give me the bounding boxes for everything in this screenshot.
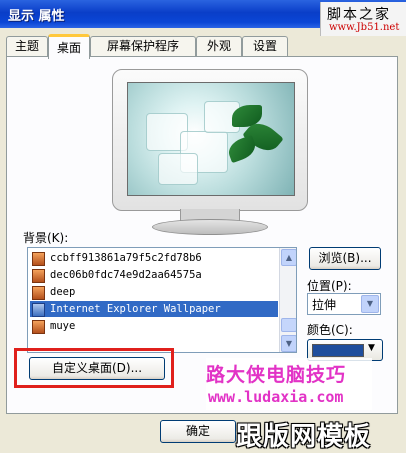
color-label: 颜色(C): <box>307 323 353 337</box>
scroll-up-button[interactable]: ▲ <box>281 249 296 266</box>
position-select[interactable]: 拉伸 ▼ <box>307 293 381 315</box>
scroll-down-button[interactable]: ▼ <box>281 335 296 352</box>
chevron-down-icon: ▼ <box>368 343 375 353</box>
promo-title: 路大侠电脑技巧 <box>206 364 347 386</box>
window-title: 显示 属性 <box>8 9 65 24</box>
list-item[interactable]: dec06b0fdc74e9d2aa64575a <box>30 267 278 283</box>
position-value: 拉伸 <box>312 298 337 312</box>
background-list[interactable]: ccbff913861a79f5c2fd78b6 dec06b0fdc74e9d… <box>27 247 297 353</box>
monitor-preview <box>112 69 308 237</box>
tab-desktop[interactable]: 桌面 <box>48 34 90 59</box>
position-label: 位置(P): <box>307 279 352 293</box>
tab-appearance[interactable]: 外观 <box>196 36 242 56</box>
monitor-stand <box>152 219 268 235</box>
ice-cube <box>158 153 198 185</box>
wallpaper-preview <box>127 82 295 196</box>
ok-button[interactable]: 确定 <box>160 420 236 443</box>
image-file-icon <box>32 303 45 317</box>
image-file-icon <box>32 269 45 283</box>
site-watermark-chars: 脚本之家 <box>327 7 391 23</box>
list-item[interactable]: muye <box>30 318 278 334</box>
image-file-icon <box>32 286 45 300</box>
site-watermark: 脚本之家 www.Jb51.net <box>320 2 406 36</box>
background-label: 背景(K): <box>23 231 69 245</box>
tab-settings[interactable]: 设置 <box>242 36 288 56</box>
tab-screensaver[interactable]: 屏幕保护程序 <box>90 36 196 56</box>
list-scrollbar[interactable]: ▲ ▼ <box>279 248 296 352</box>
tab-themes[interactable]: 主题 <box>6 36 48 56</box>
scroll-thumb[interactable] <box>281 318 296 332</box>
monitor-frame <box>112 69 308 211</box>
promo-watermark: 路大侠电脑技巧 www.ludaxia.com <box>206 358 372 410</box>
brand-watermark: 跟版网模板 <box>236 422 372 452</box>
list-item[interactable]: deep <box>30 284 278 300</box>
list-item[interactable]: ccbff913861a79f5c2fd78b6 <box>30 250 278 266</box>
image-file-icon <box>32 252 45 266</box>
browse-button[interactable]: 浏览(B)... <box>309 247 381 270</box>
color-swatch <box>312 344 364 357</box>
highlight-box <box>14 348 174 388</box>
mint-leaf <box>225 134 259 164</box>
site-watermark-url: www.Jb51.net <box>329 22 400 33</box>
chevron-down-icon[interactable]: ▼ <box>361 295 379 313</box>
image-file-icon <box>32 320 45 334</box>
list-item-selected[interactable]: Internet Explorer Wallpaper <box>30 301 278 317</box>
promo-url: www.ludaxia.com <box>208 388 344 406</box>
